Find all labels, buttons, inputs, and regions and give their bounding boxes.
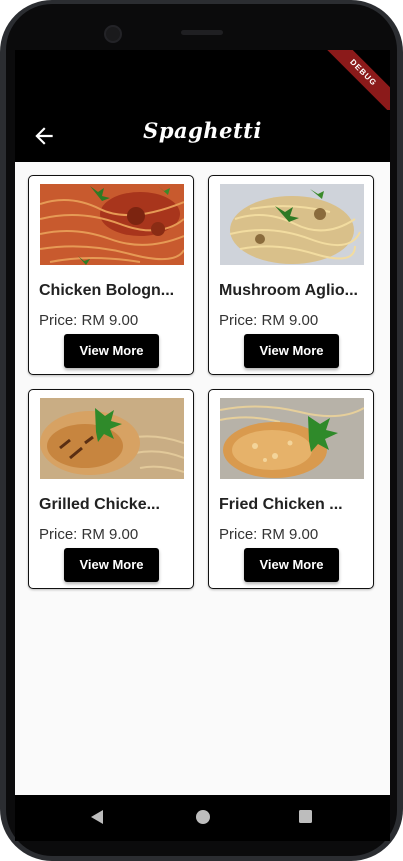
triangle-back-icon[interactable] — [89, 809, 105, 825]
menu-card: Grilled Chicke... Price: RM 9.00 View Mo… — [28, 389, 194, 589]
view-more-button[interactable]: View More — [64, 548, 159, 582]
front-camera — [104, 25, 122, 43]
food-image-grilled-chicken-spaghetti — [40, 398, 184, 479]
menu-card: Fried Chicken ... Price: RM 9.00 View Mo… — [208, 389, 374, 589]
square-recents-icon[interactable] — [298, 809, 313, 824]
page-title: Spaghetti — [143, 118, 262, 143]
item-name: Fried Chicken ... — [219, 496, 343, 513]
food-image-fried-chicken-spaghetti — [220, 398, 364, 479]
circle-home-icon[interactable] — [195, 809, 211, 825]
view-more-button[interactable]: View More — [64, 334, 159, 368]
item-price: Price: RM 9.00 — [39, 312, 139, 329]
app-bar: Spaghetti — [15, 110, 390, 162]
item-name: Chicken Bologn... — [39, 282, 175, 299]
view-more-button[interactable]: View More — [244, 548, 339, 582]
view-more-button[interactable]: View More — [244, 334, 339, 368]
food-image-spaghetti-bolognese — [40, 184, 184, 265]
app-screen: DEBUG Spaghetti Chicken Bologn... Price:… — [15, 50, 390, 795]
item-price: Price: RM 9.00 — [39, 526, 139, 543]
item-price: Price: RM 9.00 — [219, 526, 319, 543]
phone-frame: DEBUG Spaghetti Chicken Bologn... Price:… — [0, 0, 403, 861]
food-image-mushroom-aglio-olio — [220, 184, 364, 265]
menu-card: Mushroom Aglio... Price: RM 9.00 View Mo… — [208, 175, 374, 375]
menu-card: Chicken Bologn... Price: RM 9.00 View Mo… — [28, 175, 194, 375]
item-name: Mushroom Aglio... — [219, 282, 358, 299]
earpiece-speaker — [181, 30, 223, 35]
system-nav-bar — [15, 795, 390, 841]
item-name: Grilled Chicke... — [39, 496, 160, 513]
item-price: Price: RM 9.00 — [219, 312, 319, 329]
status-bar — [15, 50, 390, 110]
